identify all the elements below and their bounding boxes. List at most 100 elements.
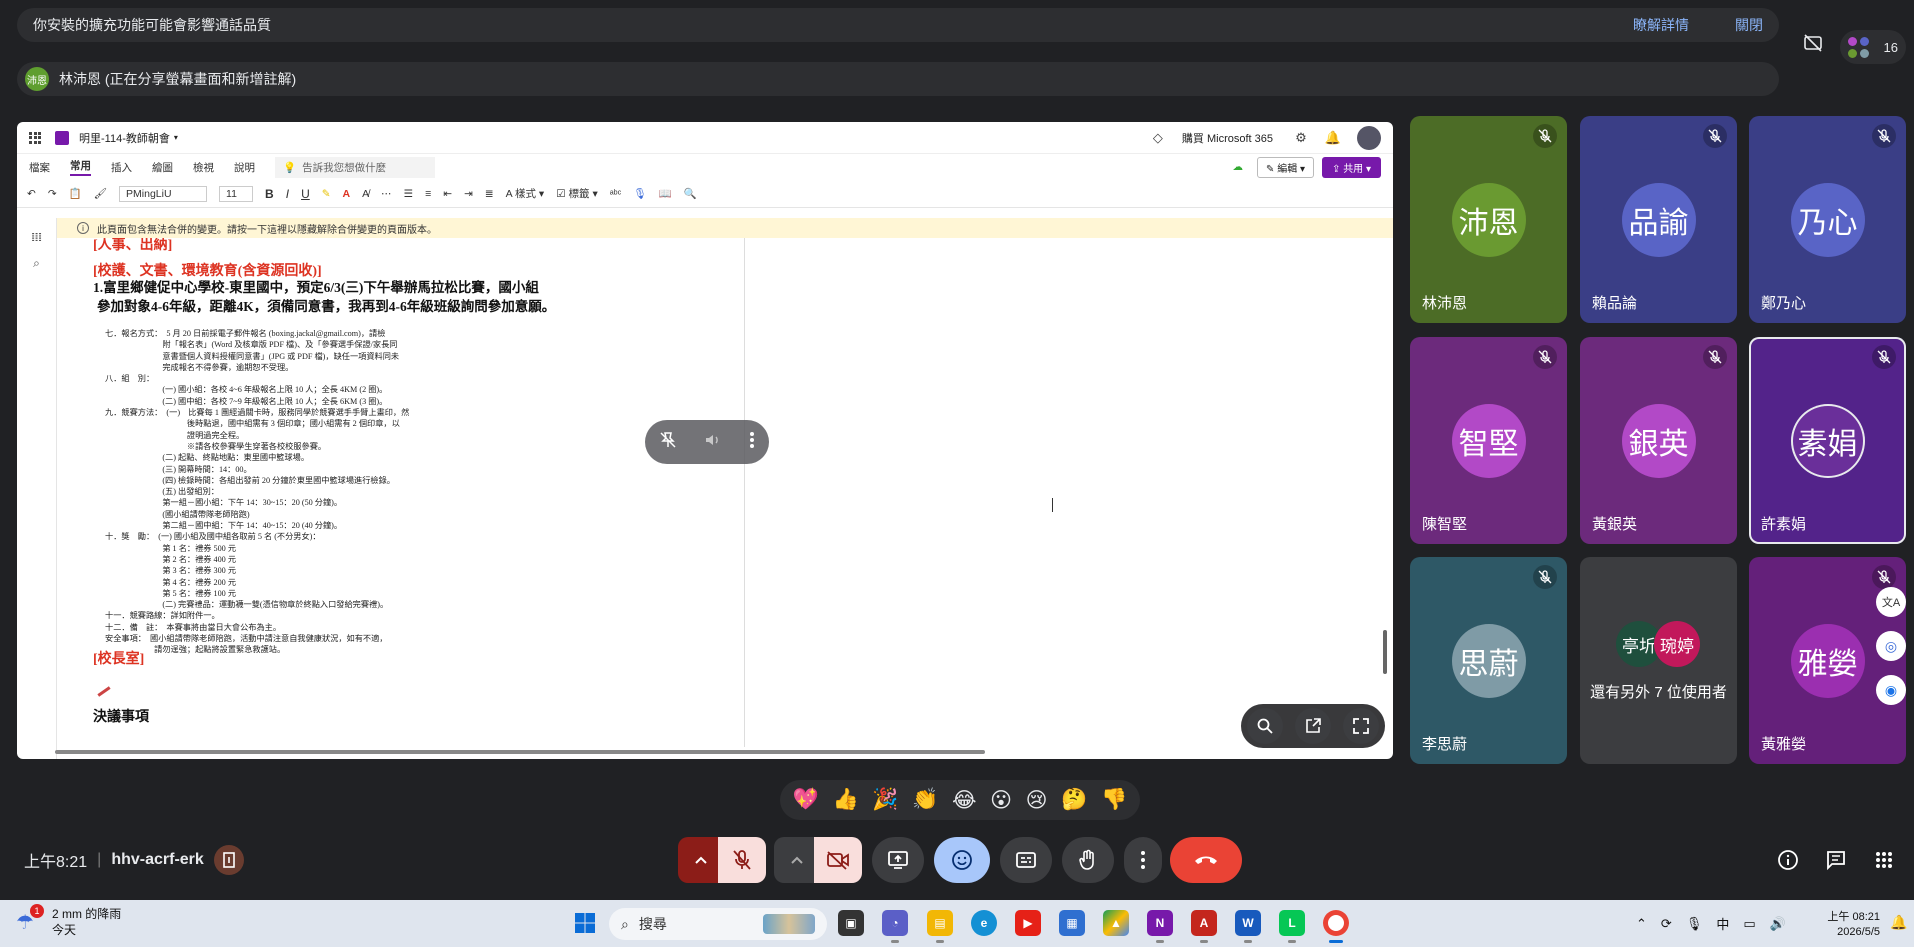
microphone-button[interactable] xyxy=(718,837,766,883)
settings-gear-icon[interactable]: ⚙ xyxy=(1293,130,1309,146)
more-options-icon[interactable] xyxy=(749,431,755,454)
notebook-title[interactable]: 明里-114-教師朝會 xyxy=(79,130,170,146)
more-options-button[interactable] xyxy=(1124,837,1162,883)
activities-button[interactable] xyxy=(1870,846,1898,874)
dictate-mic-icon[interactable]: 🎙 xyxy=(633,187,646,200)
google-drive-icon[interactable]: ▲ xyxy=(1103,910,1129,936)
zoom-button[interactable] xyxy=(1247,708,1283,744)
reaction-emoji[interactable]: 🤔 xyxy=(1061,788,1087,812)
more-icon[interactable]: ⋯ xyxy=(381,188,392,200)
notification-bell-icon[interactable]: 🔔 xyxy=(1325,130,1341,146)
note-page[interactable]: [人事、出納] [校護、文書、環境教育(含資源回收)] 1.富里鄉健促中心學校-… xyxy=(75,238,745,747)
font-name-select[interactable]: PMingLiU xyxy=(119,185,208,202)
dismiss-link[interactable]: 關閉 xyxy=(1735,15,1763,35)
clipboard-icon[interactable]: 📋 xyxy=(69,187,82,200)
network-icon[interactable]: ▭ xyxy=(1743,916,1755,932)
taskbar-search[interactable]: ⌕ 搜尋 xyxy=(609,908,827,940)
youtube-icon[interactable]: ▶ xyxy=(1015,910,1041,936)
find-icon[interactable]: 🔍 xyxy=(684,187,697,200)
line-app-icon[interactable]: L xyxy=(1279,910,1305,943)
tab-file[interactable]: 檔案 xyxy=(29,160,50,175)
reaction-emoji[interactable]: 🎉 xyxy=(872,788,898,812)
sync-icon[interactable]: ⟳ xyxy=(1661,916,1672,932)
reaction-emoji[interactable]: 😢 xyxy=(1026,788,1048,813)
participant-tile[interactable]: 銀英 黃銀英 xyxy=(1580,337,1737,544)
tab-help[interactable]: 說明 xyxy=(234,160,255,175)
unpin-icon[interactable] xyxy=(659,431,677,454)
italic-icon[interactable]: I xyxy=(286,187,289,201)
numbering-icon[interactable]: ≡ xyxy=(425,188,431,200)
taskbar-clock[interactable]: 上午 08:21 2026/5/5 xyxy=(1820,910,1880,940)
share-button[interactable]: ⇪ 共用 ▾ xyxy=(1322,156,1381,178)
participant-tile[interactable]: 智堅 陳智堅 xyxy=(1410,337,1567,544)
reaction-emoji[interactable]: 😂 xyxy=(952,788,977,813)
extension-button[interactable]: ◎ xyxy=(1876,631,1906,661)
participant-tile[interactable]: 素娟 許素娟 xyxy=(1749,337,1906,544)
search-icon[interactable]: ⌕ xyxy=(30,256,44,270)
host-controls-icon[interactable] xyxy=(213,845,244,875)
align-icon[interactable]: ≣ xyxy=(485,188,494,200)
user-avatar[interactable] xyxy=(1357,125,1381,150)
volume-icon[interactable] xyxy=(704,431,722,454)
tags-button[interactable]: ☑ 標籤 ▾ xyxy=(556,186,598,201)
raise-hand-button[interactable] xyxy=(1062,837,1114,883)
volume-icon[interactable]: 🔊 xyxy=(1770,916,1786,932)
onenote-icon[interactable]: N xyxy=(1147,910,1173,943)
font-color-icon[interactable]: A xyxy=(343,188,351,200)
notification-bell-icon[interactable]: 🔔 xyxy=(1890,914,1907,931)
immersive-reader-icon[interactable]: 📖 xyxy=(659,187,672,200)
format-painter-icon[interactable]: 🖌 xyxy=(94,187,107,200)
file-explorer-icon[interactable]: ▤ xyxy=(927,910,953,943)
acrobat-icon[interactable]: A xyxy=(1191,910,1217,943)
merge-conflict-bar[interactable]: i 此頁面包含無法合併的變更。請按一下這裡以隱藏解除合併變更的頁面版本。 xyxy=(57,218,1393,238)
edge-browser-icon[interactable]: e xyxy=(971,910,997,936)
tab-home[interactable]: 常用 xyxy=(70,158,91,176)
captions-button[interactable] xyxy=(1000,837,1052,883)
word-icon[interactable]: W xyxy=(1235,910,1261,943)
notebooks-icon[interactable]: 𝍖 xyxy=(30,230,44,244)
self-view-hidden-button[interactable] xyxy=(1800,30,1826,56)
clear-format-icon[interactable]: A̸ xyxy=(362,188,369,200)
more-participants-tile[interactable]: 亭圻 琬婷 還有另外 7 位使用者 xyxy=(1580,557,1737,764)
weather-widget[interactable]: ☂ 1 2 mm 的降雨 今天 xyxy=(16,904,121,938)
participant-tile[interactable]: 品諭 賴品論 xyxy=(1580,116,1737,323)
reaction-emoji[interactable]: 👍 xyxy=(833,788,859,812)
reaction-emoji[interactable]: 👎 xyxy=(1101,788,1127,812)
reactions-button[interactable] xyxy=(934,837,990,883)
task-view-icon[interactable]: ▣ xyxy=(838,910,864,936)
participant-tile[interactable]: 思蔚 李思蔚 xyxy=(1410,557,1567,764)
vertical-scrollbar[interactable] xyxy=(1383,630,1387,674)
redo-icon[interactable]: ↷ xyxy=(48,188,57,200)
learn-more-link[interactable]: 瞭解詳情 xyxy=(1633,15,1689,35)
app-launcher-icon[interactable] xyxy=(29,131,41,144)
highlight-icon[interactable]: ✎ xyxy=(322,188,331,200)
chat-button[interactable] xyxy=(1822,846,1850,874)
start-button[interactable] xyxy=(572,910,598,936)
microsoft-store-icon[interactable]: ▦ xyxy=(1059,910,1085,936)
meeting-details-button[interactable] xyxy=(1774,846,1802,874)
participants-button[interactable]: 16 xyxy=(1840,30,1906,64)
edit-mode-button[interactable]: ✎ 編輯 ▾ xyxy=(1257,156,1315,178)
camera-button[interactable] xyxy=(814,837,862,883)
styles-button[interactable]: A 樣式 ▾ xyxy=(506,186,545,201)
translate-button[interactable]: 文A xyxy=(1876,587,1906,617)
fullscreen-button[interactable] xyxy=(1343,708,1379,744)
reaction-emoji[interactable]: 😮 xyxy=(990,788,1012,813)
font-size-select[interactable]: 11 xyxy=(219,185,254,202)
horizontal-scrollbar[interactable] xyxy=(55,750,985,754)
microphone-icon[interactable]: 🎙 xyxy=(1686,916,1703,932)
chevron-up-icon[interactable]: ⌃ xyxy=(1636,916,1647,932)
outdent-icon[interactable]: ⇤ xyxy=(443,188,452,200)
indent-icon[interactable]: ⇥ xyxy=(464,188,473,200)
tab-draw[interactable]: 繪圖 xyxy=(152,160,173,175)
underline-icon[interactable]: U xyxy=(301,187,310,201)
bullets-icon[interactable]: ☰ xyxy=(404,188,413,200)
ime-indicator[interactable]: 中 xyxy=(1716,914,1729,933)
undo-icon[interactable]: ↶ xyxy=(27,188,36,200)
teams-chat-icon[interactable]: ◔ xyxy=(882,910,908,943)
tell-me-search[interactable]: 💡 告訴我您想做什麼 xyxy=(275,156,435,178)
assistant-button[interactable]: ◉ xyxy=(1876,675,1906,705)
bold-icon[interactable]: B xyxy=(265,187,274,201)
buy-m365-link[interactable]: 購買 Microsoft 365 xyxy=(1182,130,1273,146)
leave-call-button[interactable] xyxy=(1170,837,1242,883)
